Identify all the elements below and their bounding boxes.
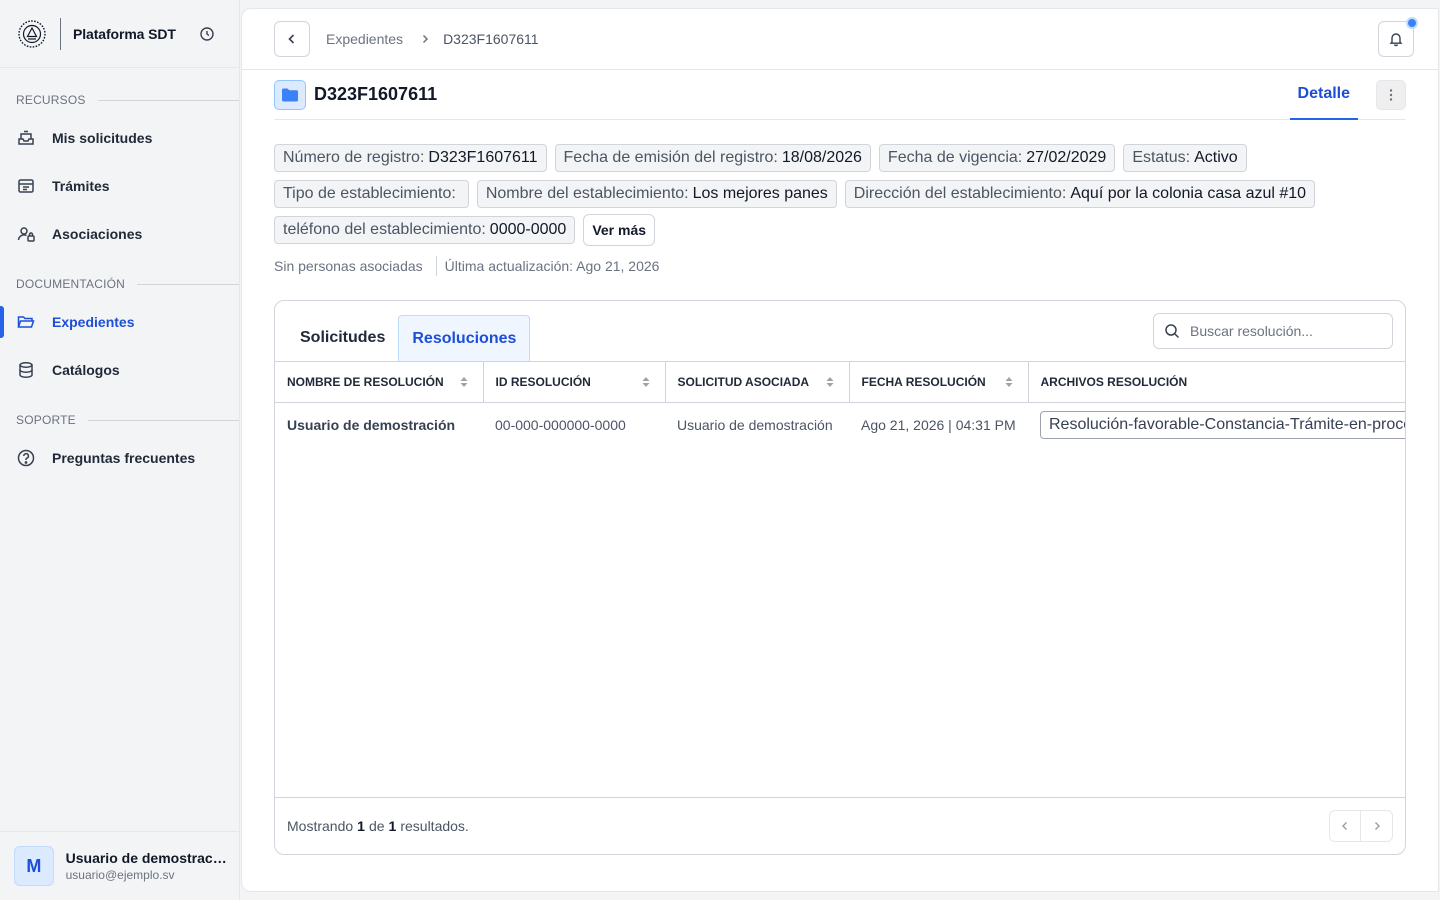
- search-box: [1153, 313, 1393, 349]
- column-header-archivos: ARCHIVOS RESOLUCIÓN: [1028, 362, 1405, 403]
- chevron-left-icon: [1341, 821, 1348, 831]
- results-total: 1: [388, 818, 397, 834]
- page-title: D323F1607611: [314, 84, 438, 104]
- kebab-icon: [1389, 88, 1393, 101]
- bell-icon: [1389, 33, 1403, 47]
- user-email: usuario@ejemplo.sv: [65, 868, 175, 882]
- chip-fecha-emision: Fecha de emisión del registro: 18/08/2026: [554, 144, 871, 172]
- section-label-documentacion: DOCUMENTACIÓN: [0, 276, 239, 292]
- back-button[interactable]: [274, 21, 310, 57]
- column-header-solicitud[interactable]: SOLICITUD ASOCIADA: [665, 362, 850, 403]
- column-header-fecha[interactable]: FECHA RESOLUCIÓN: [849, 362, 1029, 403]
- chevron-right-icon: [1374, 821, 1380, 831]
- chip-direccion-establecimiento: Dirección del establecimiento: Aquí por l…: [844, 180, 1316, 208]
- coat-of-arms-icon: [16, 18, 48, 50]
- resolutions-card: Solicitudes Resoluciones NOMBRE DE RESOL…: [274, 300, 1406, 855]
- folder-open-icon: [16, 312, 36, 332]
- pagination: [1329, 810, 1393, 842]
- sidebar-item-label: Trámites: [52, 178, 110, 194]
- record-details: Número de registro: D323F1607611 Fecha de…: [274, 144, 1384, 246]
- more-options-button[interactable]: [1376, 79, 1406, 110]
- user-lock-icon: [16, 224, 36, 244]
- sidebar-item-mis-solicitudes[interactable]: Mis solicitudes: [0, 120, 239, 156]
- sidebar-item-label: Asociaciones: [52, 226, 143, 242]
- chip-numero-registro: Número de registro: D323F1607611: [274, 144, 547, 172]
- breadcrumb-current: D323F1607611: [443, 31, 539, 47]
- brand-header: Plataforma SDT: [0, 0, 239, 68]
- history-icon[interactable]: [198, 25, 216, 43]
- chevron-right-icon: [419, 33, 431, 45]
- results-suffix: resultados.: [400, 818, 469, 834]
- next-page-button[interactable]: [1361, 810, 1393, 842]
- tab-detalle[interactable]: Detalle: [1289, 70, 1358, 120]
- sidebar-item-label: Expedientes: [52, 314, 135, 330]
- user-info: Usuario de demostración usuario@ejemplo.…: [66, 850, 226, 882]
- sidebar-item-asociaciones[interactable]: Asociaciones: [0, 216, 239, 252]
- user-profile[interactable]: M Usuario de demostración usuario@ejempl…: [0, 831, 240, 900]
- prev-page-button[interactable]: [1329, 810, 1361, 842]
- cell-archivos: Resolución-favorable-Constancia-Trámite-…: [1028, 402, 1405, 448]
- sidebar-item-preguntas-frecuentes[interactable]: Preguntas frecuentes: [0, 440, 239, 476]
- sort-icon: [826, 377, 833, 387]
- cell-nombre: Usuario de demostración: [287, 417, 456, 434]
- table-header-row: NOMBRE DE RESOLUCIÓN ID RESOLUCIÓN SOLIC…: [275, 362, 1405, 403]
- sidebar-item-label: Mis solicitudes: [52, 130, 153, 146]
- sidebar: Plataforma SDT RECURSOS Mis solicitudes …: [0, 0, 240, 900]
- table-row[interactable]: Usuario de demostración 00-000-000000-00…: [275, 402, 1405, 448]
- tab-resoluciones[interactable]: Resoluciones: [398, 315, 531, 361]
- sidebar-item-expedientes[interactable]: Expedientes: [0, 304, 239, 340]
- ver-mas-button[interactable]: Ver más: [583, 214, 656, 246]
- table-footer: Mostrando 1 de 1 resultados.: [275, 797, 1405, 854]
- brand-name: Plataforma SDT: [73, 25, 176, 42]
- results-from: 1: [357, 818, 365, 834]
- content: D323F1607611 Detalle Número de registro:…: [242, 70, 1438, 855]
- help-circle-icon: [16, 448, 36, 468]
- notification-dot: [1406, 17, 1418, 29]
- cell-fecha: Ago 21, 2026 | 04:31 PM: [861, 417, 1016, 434]
- sidebar-item-label: Preguntas frecuentes: [52, 450, 196, 466]
- file-link[interactable]: Resolución-favorable-Constancia-Trámite-…: [1040, 411, 1405, 440]
- search-input[interactable]: [1190, 323, 1380, 339]
- section-label-soporte: SOPORTE: [0, 412, 239, 428]
- main-panel: Expedientes D323F1607611 D323F1607611 De…: [241, 8, 1439, 892]
- breadcrumb-expedientes[interactable]: Expedientes: [326, 31, 403, 47]
- chip-estatus: Estatus: Activo: [1123, 144, 1247, 172]
- sidebar-item-tramites[interactable]: Trámites: [0, 168, 239, 204]
- chevron-left-icon: [288, 34, 295, 44]
- notifications-button[interactable]: [1378, 17, 1418, 57]
- sort-icon: [642, 377, 649, 387]
- last-updated-text: Última actualización: Ago 21, 2026: [444, 258, 660, 274]
- sidebar-item-catalogos[interactable]: Catálogos: [0, 352, 239, 388]
- chip-tipo-establecimiento: Tipo de establecimiento:: [274, 180, 469, 208]
- user-name: Usuario de demostración: [65, 850, 226, 866]
- sort-icon: [1005, 377, 1012, 387]
- inbox-icon: [16, 128, 36, 148]
- chip-nombre-establecimiento: Nombre del establecimiento: Los mejores p…: [476, 180, 837, 208]
- meta-divider: [435, 256, 437, 276]
- form-icon: [16, 176, 36, 196]
- tab-solicitudes[interactable]: Solicitudes: [287, 315, 398, 361]
- sort-icon: [460, 377, 467, 387]
- brand-divider: [60, 17, 61, 50]
- chip-fecha-vigencia: Fecha de vigencia: 27/02/2029: [878, 144, 1116, 172]
- cell-id: 00-000-000000-0000: [495, 417, 626, 434]
- top-bar: Expedientes D323F1607611: [242, 9, 1438, 70]
- column-header-nombre[interactable]: NOMBRE DE RESOLUCIÓN: [275, 362, 484, 403]
- results-middle: de: [368, 818, 385, 834]
- associated-persons-text: Sin personas asociadas: [274, 258, 423, 274]
- card-tabs: Solicitudes Resoluciones: [275, 301, 1405, 362]
- folder-icon: [274, 79, 306, 110]
- search-icon: [1165, 324, 1180, 339]
- column-header-id[interactable]: ID RESOLUCIÓN: [483, 362, 666, 403]
- resolutions-table: NOMBRE DE RESOLUCIÓN ID RESOLUCIÓN SOLIC…: [275, 362, 1405, 448]
- cell-solicitud: Usuario de demostración: [677, 417, 833, 434]
- section-label-recursos: RECURSOS: [0, 92, 239, 108]
- meta-row: Sin personas asociadas Última actualizac…: [274, 256, 1406, 276]
- database-icon: [16, 360, 36, 380]
- avatar: M: [14, 846, 54, 886]
- chip-telefono-establecimiento: teléfono del establecimiento: 0000-0000: [274, 216, 576, 244]
- title-row: D323F1607611 Detalle: [274, 70, 1406, 120]
- results-prefix: Mostrando: [287, 818, 354, 834]
- sidebar-item-label: Catálogos: [52, 362, 120, 378]
